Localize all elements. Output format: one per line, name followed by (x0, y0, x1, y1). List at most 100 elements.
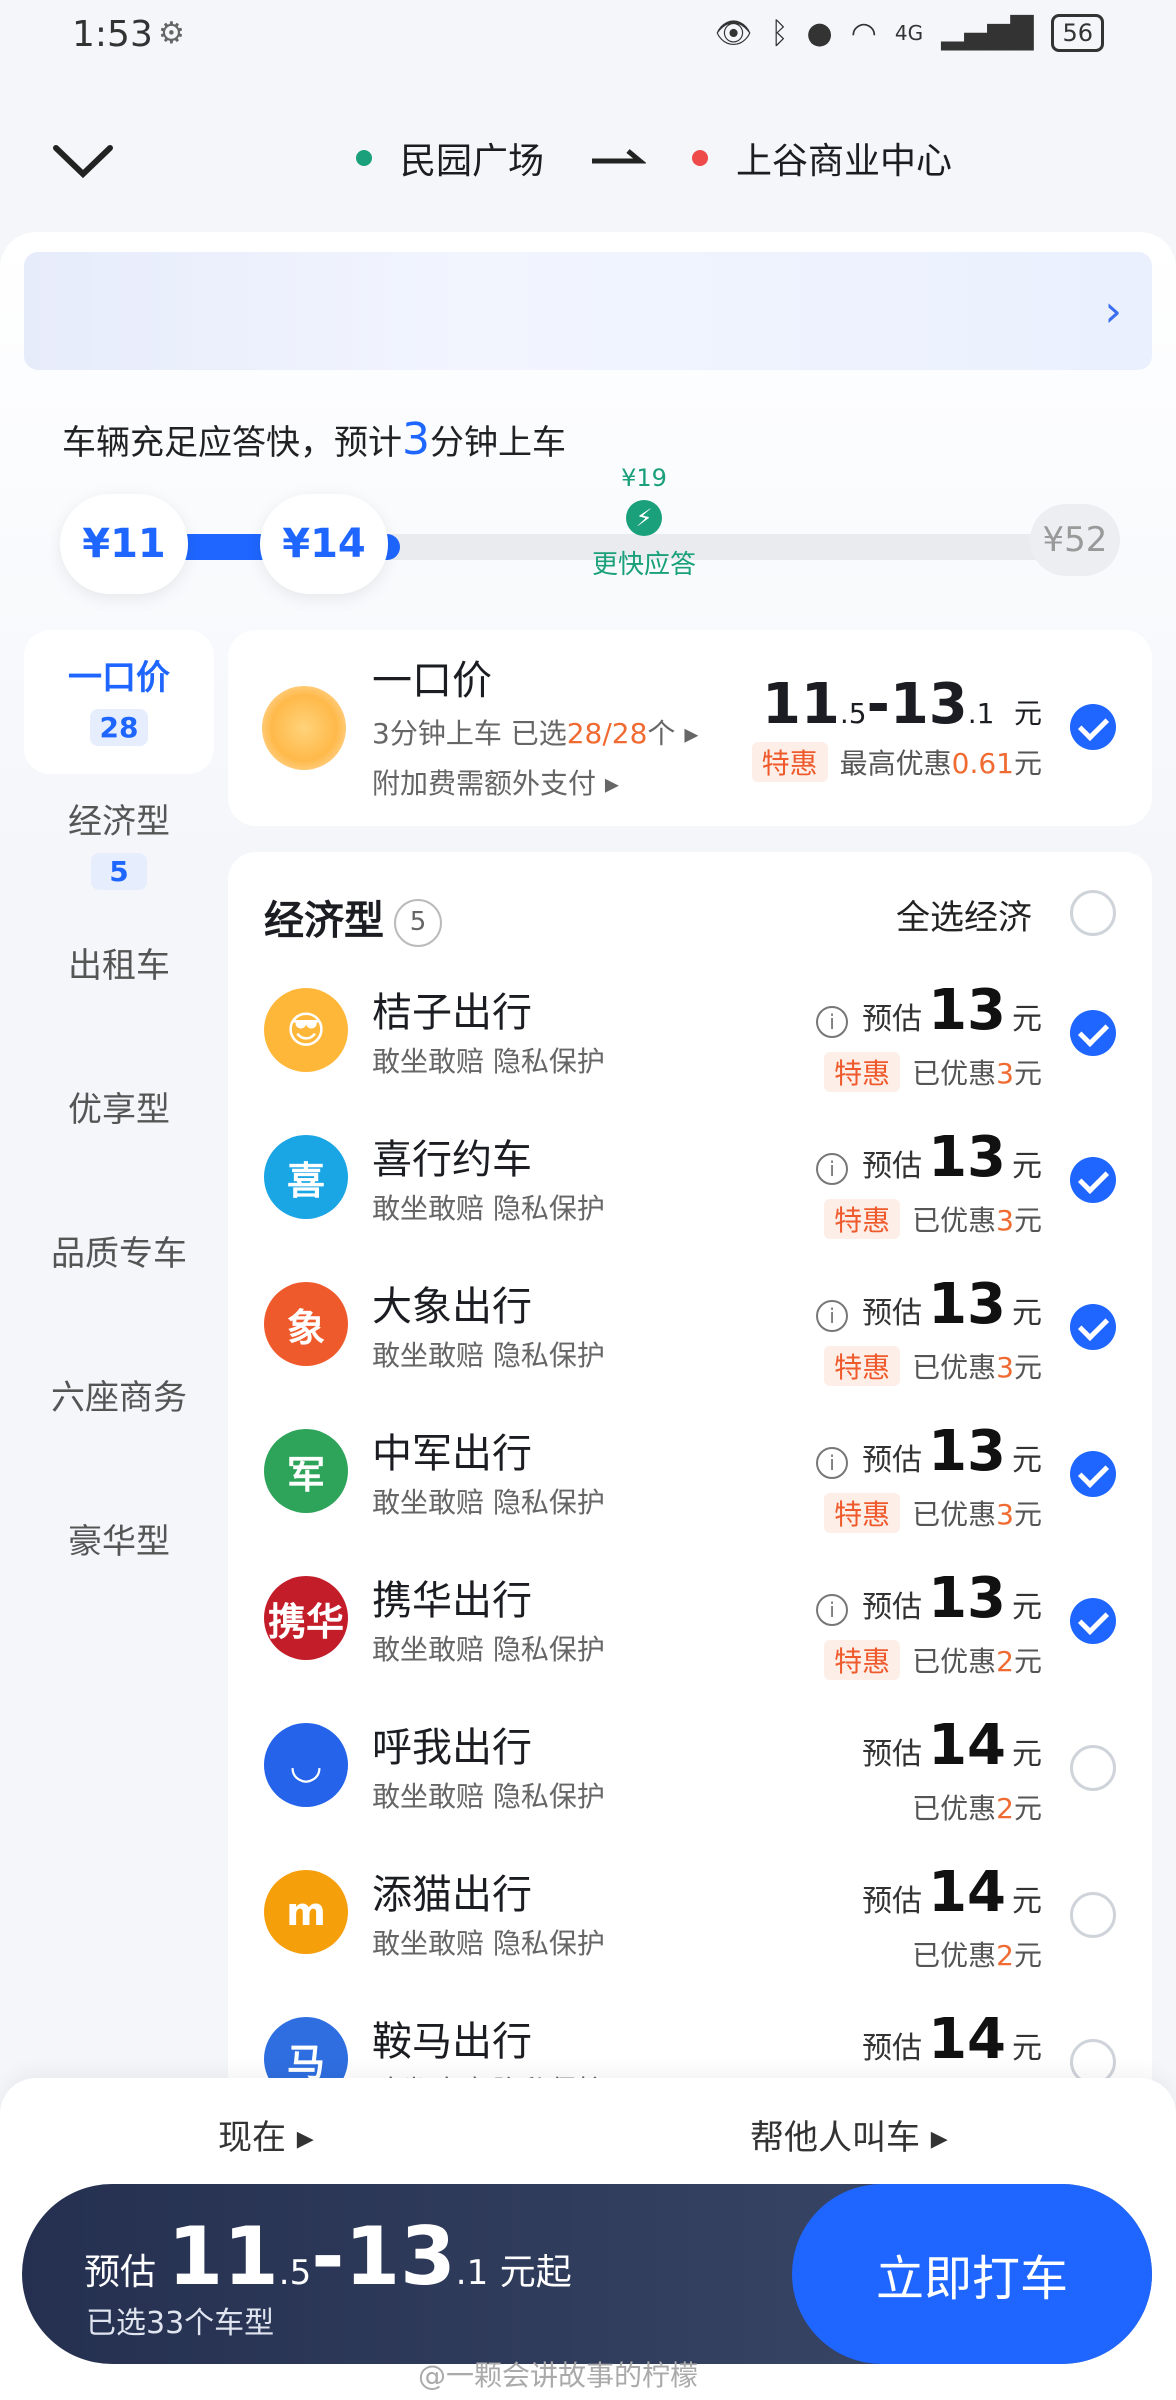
sidebar-item-comfort[interactable]: 优享型 (24, 1062, 214, 1206)
signal-label: 4G (894, 21, 924, 45)
provider-price: 13 (928, 978, 1006, 1043)
saved-unit: 元 (1013, 1204, 1042, 1237)
discount-badge: 特惠 (824, 1493, 901, 1533)
price-unit: 元 (1012, 1149, 1042, 1184)
fixed-sub-prefix: 3分钟上车 已选 (372, 717, 567, 750)
origin-label: 民园广场 (400, 141, 545, 182)
discount-badge: 特惠 (824, 1199, 901, 1239)
info-icon[interactable]: i (816, 1153, 849, 1185)
economy-card: 经济型 5 全选经济 😎 桔子出行 敢坐敢赔 隐私保护 i 预估 13 元特惠 已优惠3元喜喜行… (228, 852, 1152, 2142)
provider-row[interactable]: 象大象出行 敢坐敢赔 隐私保护 i 预估 13 元特惠 已优惠3元 (228, 1264, 1152, 1411)
route-summary[interactable]: 民园广场 上谷商业中心 (356, 132, 952, 184)
price-slider[interactable]: ¥11 ¥14 ¥19 ⚡ 更快应答 ¥52 (60, 464, 1120, 614)
fixed-price-checkbox[interactable] (1070, 704, 1116, 750)
total-high: -13 (311, 2210, 456, 2303)
bluetooth-icon: ᛒ (770, 15, 789, 51)
lightning-icon: ⚡ (626, 500, 662, 536)
sidebar-item-fixed-price[interactable]: 一口价 28 (24, 630, 214, 774)
eta-suffix: 分钟上车 (430, 423, 566, 463)
provider-row[interactable]: m 添猫出行 敢坐敢赔 隐私保护 预估 14 元已优惠2元 (228, 1852, 1152, 1999)
fast-response-marker[interactable]: ¥19 ⚡ 更快应答 (584, 464, 704, 581)
sidebar-item-economy[interactable]: 经济型 5 (24, 774, 214, 918)
info-icon[interactable]: i (816, 1594, 849, 1626)
price-unit: 元 (1012, 1443, 1042, 1478)
gear-icon: ⚙ (158, 16, 185, 51)
estimate-label: 预估 (862, 2031, 923, 2066)
provider-row[interactable]: 军中军出行 敢坐敢赔 隐私保护 i 预估 13 元特惠 已优惠3元 (228, 1411, 1152, 1558)
call-car-button[interactable]: 立即打车 (792, 2184, 1152, 2364)
provider-row[interactable]: 携华 携华出行 敢坐敢赔 隐私保护 i 预估 13 元特惠 已优惠2元 (228, 1558, 1152, 1705)
discount-badge: 特惠 (824, 1052, 901, 1092)
time-selector[interactable]: 现在 ▸ (218, 2110, 314, 2159)
estimate-label: 预估 (862, 1443, 923, 1478)
estimate-label: 预估 (862, 1884, 923, 1919)
fixed-price-selection[interactable]: 3分钟上车 已选28/28个 ▸ (372, 712, 698, 752)
info-icon[interactable]: i (816, 1447, 849, 1479)
surcharge-note[interactable]: 附加费需额外支付 ▸ (372, 762, 619, 802)
provider-checkbox[interactable] (1070, 1892, 1116, 1938)
provider-logo: 象 (264, 1282, 348, 1366)
provider-checkbox[interactable] (1070, 1010, 1116, 1056)
watermark: @一颗会讲故事的柠檬 (418, 2359, 699, 2392)
sidebar-item-taxi[interactable]: 出租车 (24, 918, 214, 1062)
saved-unit: 元 (1013, 1498, 1042, 1531)
sidebar-item-six-seat[interactable]: 六座商务 (24, 1350, 214, 1494)
category-sidebar: 一口价 28 经济型 5 出租车 优享型 品质专车 六座商务 豪华型 (24, 630, 214, 1638)
saved-prefix: 已优惠 (912, 1204, 997, 1237)
provider-name: 添猫出行 (372, 1872, 532, 1918)
saved-amount: 3 (996, 1204, 1014, 1237)
provider-name: 桔子出行 (372, 990, 532, 1036)
provider-row[interactable]: 喜喜行约车 敢坐敢赔 隐私保护 i 预估 13 元特惠 已优惠3元 (228, 1117, 1152, 1264)
saved-amount: 2 (996, 1792, 1014, 1825)
estimate-label: 预估 (862, 1737, 923, 1772)
select-all-label[interactable]: 全选经济 (896, 890, 1032, 939)
sidebar-item-premium[interactable]: 品质专车 (24, 1206, 214, 1350)
provider-name: 喜行约车 (372, 1137, 532, 1183)
chevron-down-icon[interactable] (50, 130, 116, 190)
price-unit: 元 (1012, 1737, 1042, 1772)
fixed-selected-count: 28/28 (566, 717, 648, 750)
provider-checkbox[interactable] (1070, 1304, 1116, 1350)
provider-price: 13 (928, 1125, 1006, 1190)
provider-features: 敢坐敢赔 隐私保护 (372, 1192, 605, 1225)
fixed-price-card[interactable]: 一口价 3分钟上车 已选28/28个 ▸ 附加费需额外支付 ▸ 11.5-13.… (228, 630, 1152, 826)
provider-discount: 特惠 已优惠3元 (824, 1493, 1042, 1533)
select-all-checkbox[interactable] (1070, 890, 1116, 936)
provider-discount: 特惠 已优惠2元 (824, 1640, 1042, 1680)
destination-dot (692, 150, 709, 166)
info-icon[interactable]: i (816, 1300, 849, 1332)
provider-checkbox[interactable] (1070, 1157, 1116, 1203)
promo-banner[interactable]: › (24, 252, 1152, 370)
price-high-dec: .1 (967, 697, 995, 730)
saved-unit: 元 (1013, 1792, 1042, 1825)
fixed-discount: 特惠 最高优惠0.61元 (751, 742, 1042, 782)
sidebar-item-label: 优享型 (68, 1090, 170, 1130)
eye-icon: 👁 (714, 15, 753, 51)
status-time: 1:53 (72, 14, 153, 55)
estimate-label: 预估 (862, 1002, 923, 1037)
info-icon[interactable]: i (816, 1006, 849, 1038)
arrow-right-icon (592, 149, 647, 164)
slider-max-pill[interactable]: ¥52 (1030, 504, 1120, 576)
provider-logo: m (264, 1870, 348, 1954)
sidebar-item-luxury[interactable]: 豪华型 (24, 1494, 214, 1638)
sidebar-item-count: 5 (91, 853, 147, 890)
saved-amount: 3 (996, 1057, 1014, 1090)
call-for-others[interactable]: 帮他人叫车 ▸ (750, 2110, 948, 2159)
status-icons: 👁 ᛒ ● ◠ 4G ▂▄▆█ 56 (714, 14, 1104, 52)
slider-handle[interactable]: ¥14 (260, 494, 388, 594)
saved-unit: 元 (1013, 1645, 1042, 1678)
price-unit: 元 (1013, 697, 1042, 730)
provider-checkbox[interactable] (1070, 1451, 1116, 1497)
provider-row[interactable]: ◡ 呼我出行 敢坐敢赔 隐私保护 预估 14 元已优惠2元 (228, 1705, 1152, 1852)
provider-estimate: 预估 14 元 (862, 2007, 1042, 2072)
provider-row[interactable]: 😎 桔子出行 敢坐敢赔 隐私保护 i 预估 13 元特惠 已优惠3元 (228, 970, 1152, 1117)
discount-badge: 特惠 (824, 1640, 901, 1680)
bottom-panel: 现在 ▸ 帮他人叫车 ▸ 预估 11.5-13.1 元起 已选33个车型 立即打… (0, 2078, 1176, 2400)
provider-price: 14 (928, 2007, 1006, 2072)
provider-estimate: i 预估 13 元 (816, 1125, 1042, 1190)
provider-checkbox[interactable] (1070, 1598, 1116, 1644)
provider-checkbox[interactable] (1070, 1745, 1116, 1791)
coin-icon (262, 686, 346, 770)
slider-min-pill[interactable]: ¥11 (60, 494, 188, 594)
